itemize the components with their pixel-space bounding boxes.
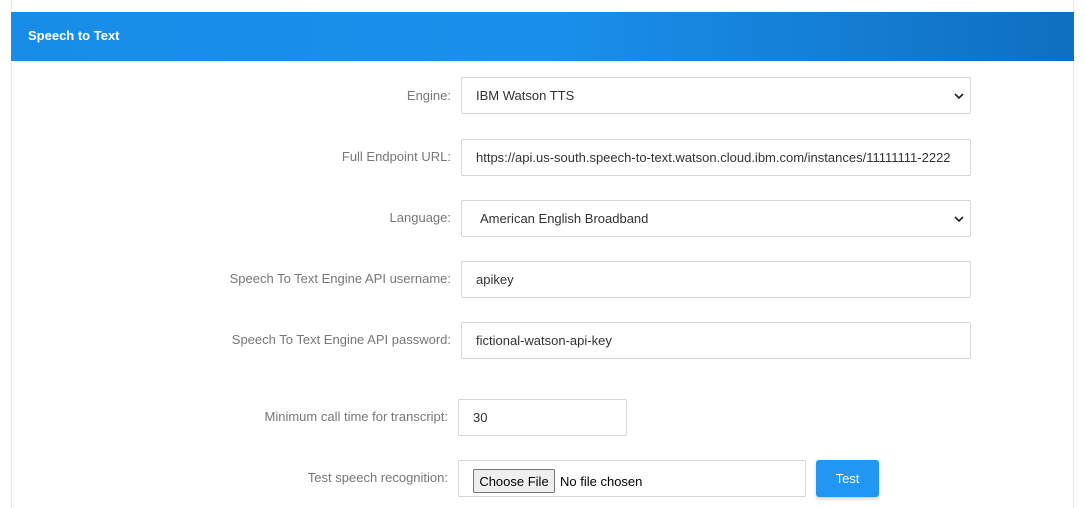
- language-label: Language:: [389, 210, 451, 225]
- api-username-value: apikey: [476, 272, 514, 287]
- min-call-time-value: 30: [473, 410, 488, 425]
- min-call-time-input[interactable]: 30: [458, 399, 627, 436]
- engine-label: Engine:: [406, 88, 451, 103]
- test-recognition-label: Test speech recognition:: [307, 470, 448, 485]
- file-status: No file chosen: [560, 474, 643, 489]
- language-select[interactable]: American English Broadband: [461, 200, 971, 237]
- api-password-label: Speech To Text Engine API password:: [231, 332, 451, 347]
- api-username-label: Speech To Text Engine API username:: [229, 271, 451, 286]
- engine-select-value: IBM Watson TTS: [476, 88, 575, 103]
- engine-select[interactable]: IBM Watson TTS: [461, 77, 971, 114]
- api-password-value: fictional-watson-api-key: [476, 333, 612, 348]
- chevron-down-icon: [954, 93, 964, 100]
- endpoint-url-input[interactable]: https://api.us-south.speech-to-text.wats…: [461, 139, 971, 176]
- chevron-down-icon: [954, 216, 964, 223]
- panel-header: Speech to Text: [11, 12, 1074, 61]
- choose-file-button[interactable]: Choose File: [473, 469, 555, 493]
- api-password-input[interactable]: fictional-watson-api-key: [461, 322, 971, 359]
- panel-title: Speech to Text: [28, 28, 120, 43]
- endpoint-label: Full Endpoint URL:: [341, 149, 451, 164]
- language-select-value: American English Broadband: [480, 211, 649, 226]
- api-username-input[interactable]: apikey: [461, 261, 971, 298]
- endpoint-url-value: https://api.us-south.speech-to-text.wats…: [476, 150, 951, 165]
- audio-file-input[interactable]: Choose File No file chosen: [458, 460, 806, 497]
- min-call-time-label: Minimum call time for transcript:: [264, 409, 448, 424]
- test-button[interactable]: Test: [816, 460, 879, 497]
